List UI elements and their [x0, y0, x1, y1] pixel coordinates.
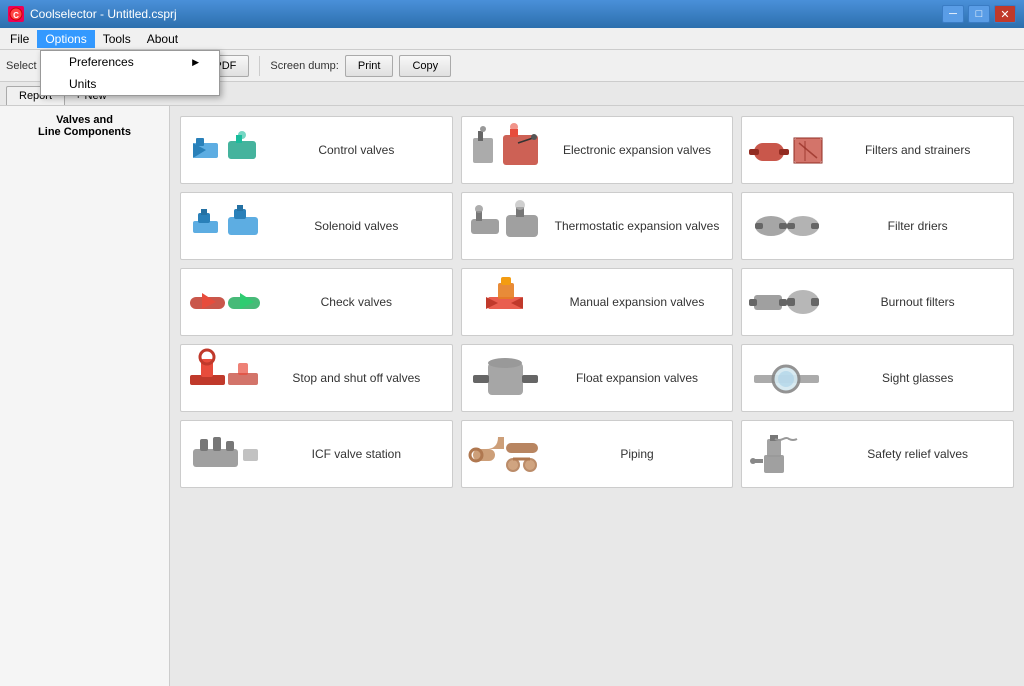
component-stop-shut-valves[interactable]: Stop and shut off valves: [180, 344, 453, 412]
component-solenoid-valves[interactable]: Solenoid valves: [180, 192, 453, 260]
main-content: Valves andLine Components Control valves: [0, 106, 1024, 686]
component-img-sight-glasses: [746, 348, 826, 408]
sidebar: Valves andLine Components: [0, 106, 170, 686]
toolbar-select-label: Select: [6, 60, 37, 72]
menu-file[interactable]: File: [2, 30, 37, 48]
component-label-sight-glasses: Sight glasses: [826, 371, 1009, 385]
component-float-expansion[interactable]: Float expansion valves: [461, 344, 734, 412]
component-label-piping: Piping: [546, 447, 729, 461]
toolbar-print2-button[interactable]: Print: [345, 55, 394, 77]
component-img-burnout-filters: [746, 272, 826, 332]
dropdown-units[interactable]: Units: [41, 73, 219, 95]
component-filters-strainers[interactable]: Filters and strainers: [741, 116, 1014, 184]
component-label-electronic-expansion: Electronic expansion valves: [546, 143, 729, 157]
component-safety-relief[interactable]: Safety relief valves: [741, 420, 1014, 488]
component-img-filters-strainers: [746, 120, 826, 180]
menu-options[interactable]: Options: [37, 30, 94, 48]
component-label-solenoid-valves: Solenoid valves: [265, 219, 448, 233]
component-label-safety-relief: Safety relief valves: [826, 447, 1009, 461]
app-icon: C: [8, 6, 24, 22]
app-title: Coolselector - Untitled.csprj: [30, 7, 177, 21]
component-electronic-expansion[interactable]: Electronic expansion valves: [461, 116, 734, 184]
menu-tools[interactable]: Tools: [95, 30, 139, 48]
component-manual-expansion[interactable]: Manual expansion valves: [461, 268, 734, 336]
component-img-stop-shut-valves: [185, 348, 265, 408]
sidebar-title: Valves andLine Components: [8, 114, 161, 138]
dropdown-preferences[interactable]: Preferences: [41, 51, 219, 73]
svg-text:C: C: [13, 11, 19, 20]
toolbar-separator-2: [259, 56, 260, 76]
component-label-control-valves: Control valves: [265, 143, 448, 157]
component-label-thermostatic-expansion: Thermostatic expansion valves: [546, 219, 729, 233]
component-icf-valve[interactable]: ICF valve station: [180, 420, 453, 488]
component-label-burnout-filters: Burnout filters: [826, 295, 1009, 309]
component-img-check-valves: [185, 272, 265, 332]
component-img-electronic-expansion: [466, 120, 546, 180]
component-label-float-expansion: Float expansion valves: [546, 371, 729, 385]
toolbar-copy-button[interactable]: Copy: [399, 55, 451, 77]
component-img-solenoid-valves: [185, 196, 265, 256]
toolbar-screendump-label: Screen dump:: [270, 60, 338, 72]
maximize-button[interactable]: □: [968, 5, 990, 23]
options-dropdown: Preferences Units: [40, 50, 220, 96]
component-img-manual-expansion: [466, 272, 546, 332]
title-bar: C Coolselector - Untitled.csprj ─ □ ✕: [0, 0, 1024, 28]
menu-about[interactable]: About: [139, 30, 186, 48]
component-control-valves[interactable]: Control valves: [180, 116, 453, 184]
minimize-button[interactable]: ─: [942, 5, 964, 23]
component-img-thermostatic-expansion: [466, 196, 546, 256]
component-filter-driers[interactable]: Filter driers: [741, 192, 1014, 260]
component-img-icf-valve: [185, 424, 265, 484]
title-bar-left: C Coolselector - Untitled.csprj: [8, 6, 177, 22]
component-label-stop-shut-valves: Stop and shut off valves: [265, 371, 448, 385]
close-button[interactable]: ✕: [994, 5, 1016, 23]
menu-bar: File Options Tools About: [0, 28, 1024, 50]
component-label-check-valves: Check valves: [265, 295, 448, 309]
window-controls: ─ □ ✕: [942, 5, 1016, 23]
component-img-float-expansion: [466, 348, 546, 408]
component-grid: Control valves Electronic expansion valv…: [170, 106, 1024, 686]
component-img-control-valves: [185, 120, 265, 180]
component-img-filter-driers: [746, 196, 826, 256]
component-check-valves[interactable]: Check valves: [180, 268, 453, 336]
component-img-safety-relief: [746, 424, 826, 484]
component-label-filters-strainers: Filters and strainers: [826, 143, 1009, 157]
component-label-icf-valve: ICF valve station: [265, 447, 448, 461]
component-label-manual-expansion: Manual expansion valves: [546, 295, 729, 309]
component-thermostatic-expansion[interactable]: Thermostatic expansion valves: [461, 192, 734, 260]
component-sight-glasses[interactable]: Sight glasses: [741, 344, 1014, 412]
component-piping[interactable]: Piping: [461, 420, 734, 488]
component-burnout-filters[interactable]: Burnout filters: [741, 268, 1014, 336]
component-img-piping: [466, 424, 546, 484]
component-label-filter-driers: Filter driers: [826, 219, 1009, 233]
